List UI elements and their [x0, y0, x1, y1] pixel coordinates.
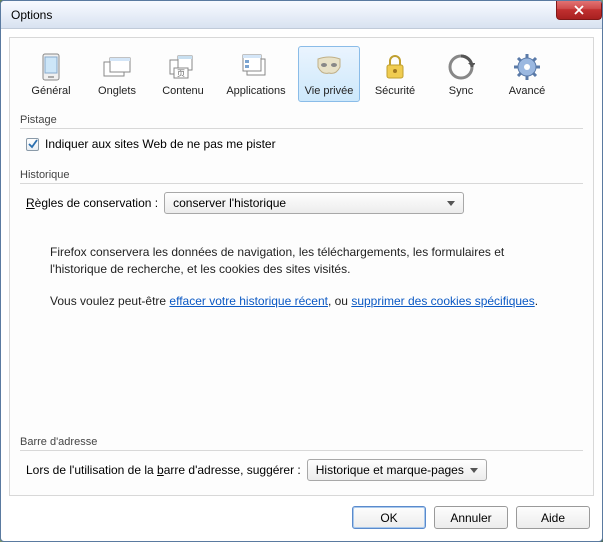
chevron-down-icon	[447, 196, 455, 210]
inner-frame: Général Onglets 页 Contenu	[9, 37, 594, 496]
tab-label: Avancé	[509, 85, 546, 97]
content-area: Général Onglets 页 Contenu	[1, 29, 602, 541]
addressbar-suggest-select[interactable]: Historique et marque-pages	[307, 459, 487, 481]
tabs-icon	[101, 51, 133, 83]
tab-avance[interactable]: Avancé	[496, 46, 558, 102]
privacy-mask-icon	[313, 51, 345, 83]
sync-icon	[445, 51, 477, 83]
history-info-text1: Firefox conservera les données de naviga…	[50, 244, 563, 279]
addressbar-legend: Barre d'adresse	[20, 436, 583, 448]
clear-recent-history-link[interactable]: effacer votre historique récent	[169, 294, 328, 308]
history-info-text2: Vous voulez peut-être effacer votre hist…	[50, 293, 563, 310]
chevron-down-icon	[470, 463, 478, 477]
select-value: Historique et marque-pages	[316, 463, 464, 477]
titlebar: Options	[1, 1, 602, 29]
options-window: Options Général Onglets	[0, 0, 603, 542]
tab-label: Contenu	[162, 85, 204, 97]
do-not-track-checkbox[interactable]	[26, 138, 39, 151]
divider	[20, 128, 583, 129]
lock-icon	[379, 51, 411, 83]
tab-contenu[interactable]: 页 Contenu	[152, 46, 214, 102]
tab-general[interactable]: Général	[20, 46, 82, 102]
pistage-section: Pistage Indiquer aux sites Web de ne pas…	[20, 110, 583, 157]
addressbar-section: Barre d'adresse Lors de l'utilisation de…	[20, 432, 583, 487]
history-info: Firefox conservera les données de naviga…	[50, 244, 563, 310]
help-button[interactable]: Aide	[516, 506, 590, 529]
retention-rules-label: Règles de conservation :	[26, 196, 158, 210]
window-title: Options	[11, 8, 52, 22]
category-toolbar: Général Onglets 页 Contenu	[20, 46, 583, 102]
tab-label: Sécurité	[375, 85, 415, 97]
addressbar-suggest-label: Lors de l'utilisation de la barre d'adre…	[26, 463, 301, 477]
tab-label: Onglets	[98, 85, 136, 97]
tab-onglets[interactable]: Onglets	[86, 46, 148, 102]
historique-section: Historique Règles de conservation : cons…	[20, 165, 583, 324]
tab-sync[interactable]: Sync	[430, 46, 492, 102]
historique-legend: Historique	[20, 169, 583, 181]
content-icon: 页	[167, 51, 199, 83]
remove-cookies-link[interactable]: supprimer des cookies spécifiques	[351, 294, 534, 308]
divider	[20, 450, 583, 451]
tab-label: Applications	[226, 85, 285, 97]
close-button[interactable]	[556, 0, 602, 20]
tab-label: Général	[31, 85, 70, 97]
tab-applications[interactable]: Applications	[218, 46, 294, 102]
gear-icon	[511, 51, 543, 83]
dialog-buttons: OK Annuler Aide	[9, 496, 594, 533]
tab-securite[interactable]: Sécurité	[364, 46, 426, 102]
tab-label: Sync	[449, 85, 473, 97]
divider	[20, 183, 583, 184]
general-icon	[35, 51, 67, 83]
ok-button[interactable]: OK	[352, 506, 426, 529]
pistage-legend: Pistage	[20, 114, 583, 126]
svg-text:页: 页	[177, 69, 185, 78]
tab-vie-privee[interactable]: Vie privée	[298, 46, 360, 102]
cancel-button[interactable]: Annuler	[434, 506, 508, 529]
select-value: conserver l'historique	[173, 196, 286, 210]
retention-rules-select[interactable]: conserver l'historique	[164, 192, 464, 214]
tab-label: Vie privée	[305, 85, 354, 97]
applications-icon	[240, 51, 272, 83]
do-not-track-label: Indiquer aux sites Web de ne pas me pist…	[45, 137, 276, 151]
